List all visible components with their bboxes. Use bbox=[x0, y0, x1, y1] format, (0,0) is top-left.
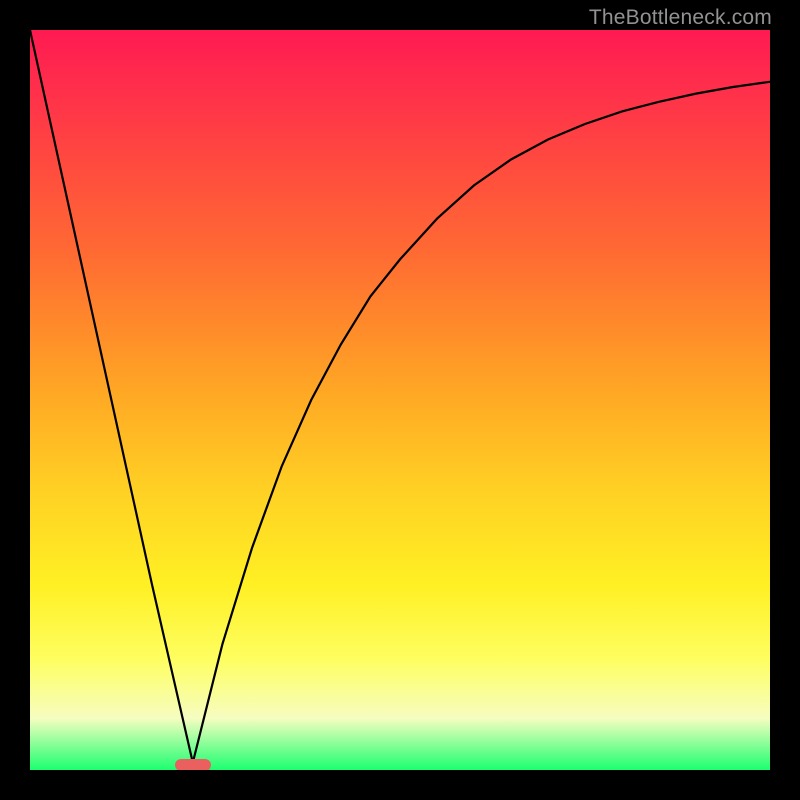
chart-frame: TheBottleneck.com bbox=[0, 0, 800, 800]
bottleneck-curve bbox=[30, 30, 770, 770]
bottleneck-marker bbox=[175, 759, 211, 770]
plot-area bbox=[30, 30, 770, 770]
watermark-text: TheBottleneck.com bbox=[589, 6, 772, 30]
